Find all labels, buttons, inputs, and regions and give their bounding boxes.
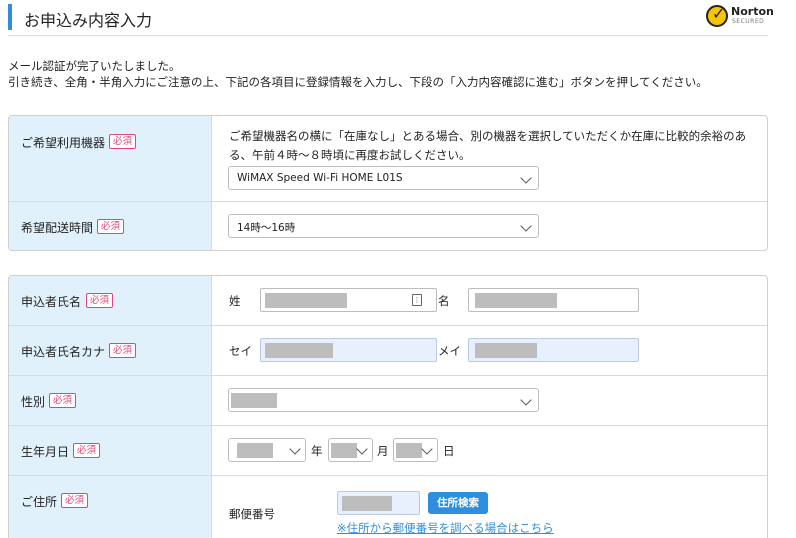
kana-row: 申込者氏名カナ 必須 セイ メイ (9, 326, 767, 376)
birth-month-select[interactable] (328, 438, 373, 462)
first-name-kana-input[interactable] (468, 338, 639, 362)
device-select-value: WiMAX Speed Wi-Fi HOME L01S (237, 172, 403, 184)
required-badge: 必須 (86, 293, 114, 308)
redacted-value (231, 393, 277, 408)
chevron-down-icon (520, 220, 532, 232)
first-name-input[interactable] (468, 288, 639, 312)
redacted-value (475, 293, 557, 308)
first-name-label: 名 (438, 294, 450, 308)
device-label: ご希望利用機器 (21, 136, 106, 150)
delivery-label-cell: 希望配送時間 必須 (9, 202, 212, 250)
birth-year-select[interactable] (228, 438, 306, 462)
redacted-value (475, 343, 537, 358)
birthdate-label-cell: 生年月日 必須 (9, 426, 212, 475)
year-suffix: 年 (311, 444, 323, 458)
contact-card-icon[interactable]: ⋮ (412, 294, 422, 306)
redacted-value (396, 443, 422, 458)
last-name-input[interactable]: ⋮ (260, 288, 437, 312)
device-row: ご希望利用機器 必須 ご希望機器名の横に「在庫なし」とある場合、別の機器を選択し… (9, 116, 767, 202)
name-label: 申込者氏名 (21, 295, 82, 309)
delivery-select-value: 14時〜16時 (237, 222, 296, 234)
required-badge: 必須 (73, 443, 101, 458)
gender-label: 性別 (21, 395, 46, 409)
address-search-button[interactable]: 住所検索 (428, 492, 488, 514)
intro-line-2: 引き続き、全角・半角入力にご注意の上、下記の各項目に登録情報を入力し、下段の「入… (8, 75, 708, 89)
delivery-row: 希望配送時間 必須 14時〜16時 (9, 202, 767, 250)
redacted-value (331, 443, 357, 458)
required-badge: 必須 (49, 393, 77, 408)
chevron-down-icon (520, 172, 532, 184)
gender-row: 性別 必須 (9, 376, 767, 426)
postal-lookup-link[interactable]: ※住所から郵便番号を調べる場合はこちら (337, 520, 554, 536)
checkmark-icon: ✓ (706, 4, 728, 27)
page-title: お申込み内容入力 (24, 11, 153, 30)
chevron-down-icon (421, 443, 433, 455)
norton-secured-badge[interactable]: ✓ Norton SECURED (706, 3, 774, 31)
delivery-label: 希望配送時間 (21, 221, 94, 235)
redacted-value (342, 496, 392, 511)
applicant-section: 申込者氏名 必須 姓 ⋮ 名 申込者氏名カナ 必須 セイ メイ 性別 必須 生年… (8, 275, 768, 538)
kana-label-cell: 申込者氏名カナ 必須 (9, 326, 212, 375)
device-section: ご希望利用機器 必須 ご希望機器名の横に「在庫なし」とある場合、別の機器を選択し… (8, 115, 768, 251)
device-label-cell: ご希望利用機器 必須 (9, 116, 212, 201)
name-label-cell: 申込者氏名 必須 (9, 276, 212, 325)
chevron-down-icon (356, 443, 368, 455)
required-badge: 必須 (109, 343, 137, 358)
gender-select[interactable] (228, 388, 539, 412)
required-badge: 必須 (97, 219, 125, 234)
required-badge: 必須 (109, 134, 137, 149)
badge-sub: SECURED (732, 18, 765, 25)
last-name-kana-input[interactable] (260, 338, 437, 362)
device-note: ご希望機器名の横に「在庫なし」とある場合、別の機器を選択していただくか在庫に比較… (229, 129, 747, 162)
address-label-cell: ご住所 必須 (9, 476, 212, 538)
device-select[interactable]: WiMAX Speed Wi-Fi HOME L01S (228, 166, 539, 190)
chevron-down-icon (520, 394, 532, 406)
postal-code-label: 郵便番号 (229, 507, 275, 521)
address-label: ご住所 (21, 495, 58, 509)
day-suffix: 日 (443, 444, 455, 458)
birthdate-label: 生年月日 (21, 445, 70, 459)
last-name-label: 姓 (229, 294, 241, 308)
first-kana-label: メイ (438, 344, 461, 358)
birthdate-row: 生年月日 必須 年 月 日 (9, 426, 767, 476)
header-accent-bar (8, 4, 12, 30)
badge-name: Norton (731, 5, 774, 18)
chevron-down-icon (289, 443, 301, 455)
postal-code-input[interactable] (337, 491, 420, 515)
redacted-value (237, 443, 273, 458)
intro-text: メール認証が完了いたしました。 引き続き、全角・半角入力にご注意の上、下記の各項… (8, 58, 788, 90)
required-badge: 必須 (61, 493, 89, 508)
month-suffix: 月 (377, 444, 389, 458)
page-header: お申込み内容入力 ✓ Norton SECURED (8, 0, 774, 36)
birth-day-select[interactable] (393, 438, 438, 462)
redacted-value (265, 343, 333, 358)
name-row: 申込者氏名 必須 姓 ⋮ 名 (9, 276, 767, 326)
address-row: ご住所 必須 郵便番号 住所検索 ※住所から郵便番号を調べる場合はこちら (9, 476, 767, 538)
redacted-value (265, 293, 347, 308)
kana-label: 申込者氏名カナ (21, 345, 106, 359)
gender-label-cell: 性別 必須 (9, 376, 212, 425)
last-kana-label: セイ (229, 344, 252, 358)
delivery-time-select[interactable]: 14時〜16時 (228, 214, 539, 238)
intro-line-1: メール認証が完了いたしました。 (8, 59, 181, 73)
